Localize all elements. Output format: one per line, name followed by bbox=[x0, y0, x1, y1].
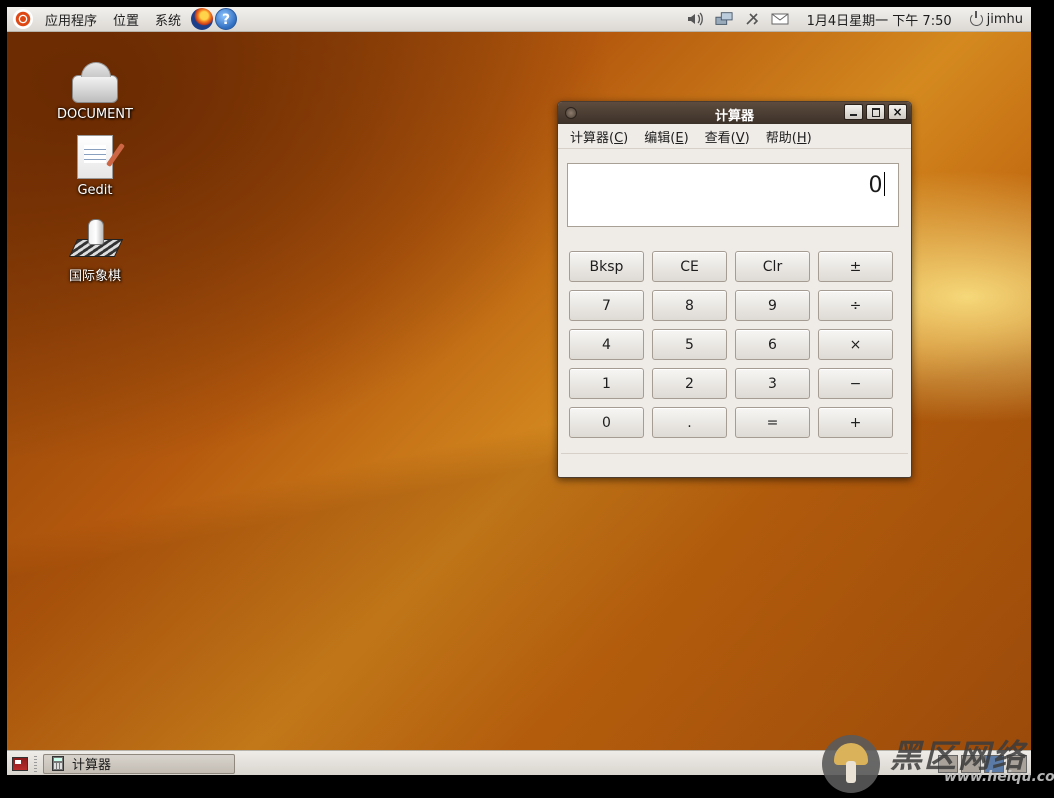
key-5[interactable]: 5 bbox=[652, 329, 727, 360]
desktop-icon-gedit[interactable]: Gedit bbox=[35, 135, 155, 198]
workspace-3[interactable] bbox=[984, 754, 1004, 773]
drive-icon bbox=[72, 62, 118, 103]
bottom-panel: 计算器 bbox=[7, 750, 1031, 775]
firefox-icon[interactable] bbox=[191, 8, 214, 30]
menu-edit-label: 编辑 bbox=[644, 130, 671, 146]
desktop-icon-label: DOCUMENT bbox=[57, 107, 133, 122]
main-menu: 应用程序 位置 系统 ? bbox=[7, 7, 238, 31]
key-8[interactable]: 8 bbox=[652, 290, 727, 321]
menu-view[interactable]: 查看(V) bbox=[697, 127, 758, 146]
menu-edit-mnemonic: E bbox=[675, 130, 684, 146]
top-panel: 应用程序 位置 系统 ? 1月4日星期一 下午 7:50 jimhu bbox=[7, 7, 1031, 32]
minimize-button[interactable] bbox=[844, 104, 863, 120]
panel-grip[interactable] bbox=[34, 755, 37, 772]
key-divide[interactable]: ÷ bbox=[818, 290, 893, 321]
desktop-icon-chess[interactable]: 国际象棋 bbox=[35, 217, 155, 284]
key-6[interactable]: 6 bbox=[735, 329, 810, 360]
key-3[interactable]: 3 bbox=[735, 368, 810, 399]
display-value: 0 bbox=[868, 173, 883, 198]
calculator-keypad: Bksp CE Clr ± 7 8 9 ÷ 4 5 6 × 1 2 3 − 0 … bbox=[569, 251, 893, 438]
ubuntu-logo-icon[interactable] bbox=[13, 9, 33, 29]
text-editor-icon bbox=[77, 135, 113, 179]
workspace-4[interactable] bbox=[1007, 754, 1027, 773]
calculator-statusbar bbox=[561, 453, 908, 472]
calculator-window: 计算器 × 计算器(C) 编辑(E) 查看(V) 帮助(H) 0 Bksp CE… bbox=[557, 101, 912, 478]
menu-edit[interactable]: 编辑(E) bbox=[636, 127, 696, 146]
key-1[interactable]: 1 bbox=[569, 368, 644, 399]
menu-calculator-label: 计算器 bbox=[570, 130, 610, 146]
key-equals[interactable]: = bbox=[735, 407, 810, 438]
workspace-1[interactable] bbox=[938, 754, 958, 773]
user-name: jimhu bbox=[986, 11, 1023, 27]
desktop-icon-label: Gedit bbox=[77, 183, 113, 198]
key-subtract[interactable]: − bbox=[818, 368, 893, 399]
key-0[interactable]: 0 bbox=[569, 407, 644, 438]
key-clear[interactable]: Clr bbox=[735, 251, 810, 282]
text-cursor bbox=[883, 172, 885, 196]
maximize-button[interactable] bbox=[866, 104, 885, 120]
calculator-icon bbox=[52, 756, 64, 771]
key-add[interactable]: + bbox=[818, 407, 893, 438]
calculator-titlebar[interactable]: 计算器 × bbox=[558, 102, 911, 124]
system-tray: 1月4日星期一 下午 7:50 jimhu bbox=[687, 7, 1031, 31]
calculator-display[interactable]: 0 bbox=[567, 163, 899, 227]
menu-places[interactable]: 位置 bbox=[105, 10, 147, 29]
close-button[interactable]: × bbox=[888, 104, 907, 120]
key-backspace[interactable]: Bksp bbox=[569, 251, 644, 282]
mail-icon[interactable] bbox=[771, 11, 789, 27]
taskbar-item-calculator[interactable]: 计算器 bbox=[43, 753, 235, 774]
volume-icon[interactable] bbox=[687, 11, 705, 27]
bluetooth-icon[interactable] bbox=[743, 11, 761, 27]
show-desktop-icon[interactable] bbox=[12, 756, 28, 771]
user-menu[interactable]: jimhu bbox=[969, 10, 1023, 27]
menu-applications[interactable]: 应用程序 bbox=[37, 10, 105, 29]
menu-view-mnemonic: V bbox=[735, 130, 745, 146]
key-multiply[interactable]: × bbox=[818, 329, 893, 360]
taskbar-item-label: 计算器 bbox=[72, 758, 112, 773]
key-9[interactable]: 9 bbox=[735, 290, 810, 321]
key-decimal[interactable]: . bbox=[652, 407, 727, 438]
menu-calculator[interactable]: 计算器(C) bbox=[562, 127, 636, 146]
desktop-icon-label: 国际象棋 bbox=[68, 269, 121, 284]
menu-calculator-mnemonic: C bbox=[614, 130, 624, 146]
menu-help-mnemonic: H bbox=[796, 130, 807, 146]
help-icon[interactable]: ? bbox=[215, 8, 238, 30]
menu-help[interactable]: 帮助(H) bbox=[758, 127, 820, 146]
power-icon bbox=[969, 10, 983, 26]
key-clear-entry[interactable]: CE bbox=[652, 251, 727, 282]
desktop-screen: 应用程序 位置 系统 ? 1月4日星期一 下午 7:50 jimhu DOCUM… bbox=[7, 7, 1031, 775]
workspace-switcher bbox=[938, 754, 1027, 773]
key-7[interactable]: 7 bbox=[569, 290, 644, 321]
menu-help-label: 帮助 bbox=[765, 130, 792, 146]
menu-view-label: 查看 bbox=[704, 130, 731, 146]
calculator-menubar: 计算器(C) 编辑(E) 查看(V) 帮助(H) bbox=[558, 124, 911, 149]
window-controls: × bbox=[844, 104, 907, 120]
key-change-sign[interactable]: ± bbox=[818, 251, 893, 282]
chess-icon bbox=[71, 217, 119, 261]
key-2[interactable]: 2 bbox=[652, 368, 727, 399]
key-4[interactable]: 4 bbox=[569, 329, 644, 360]
network-icon[interactable] bbox=[715, 11, 733, 27]
desktop-icon-document[interactable]: DOCUMENT bbox=[35, 61, 155, 122]
menu-system[interactable]: 系统 bbox=[147, 10, 189, 29]
clock[interactable]: 1月4日星期一 下午 7:50 bbox=[807, 10, 952, 29]
workspace-2[interactable] bbox=[961, 754, 981, 773]
